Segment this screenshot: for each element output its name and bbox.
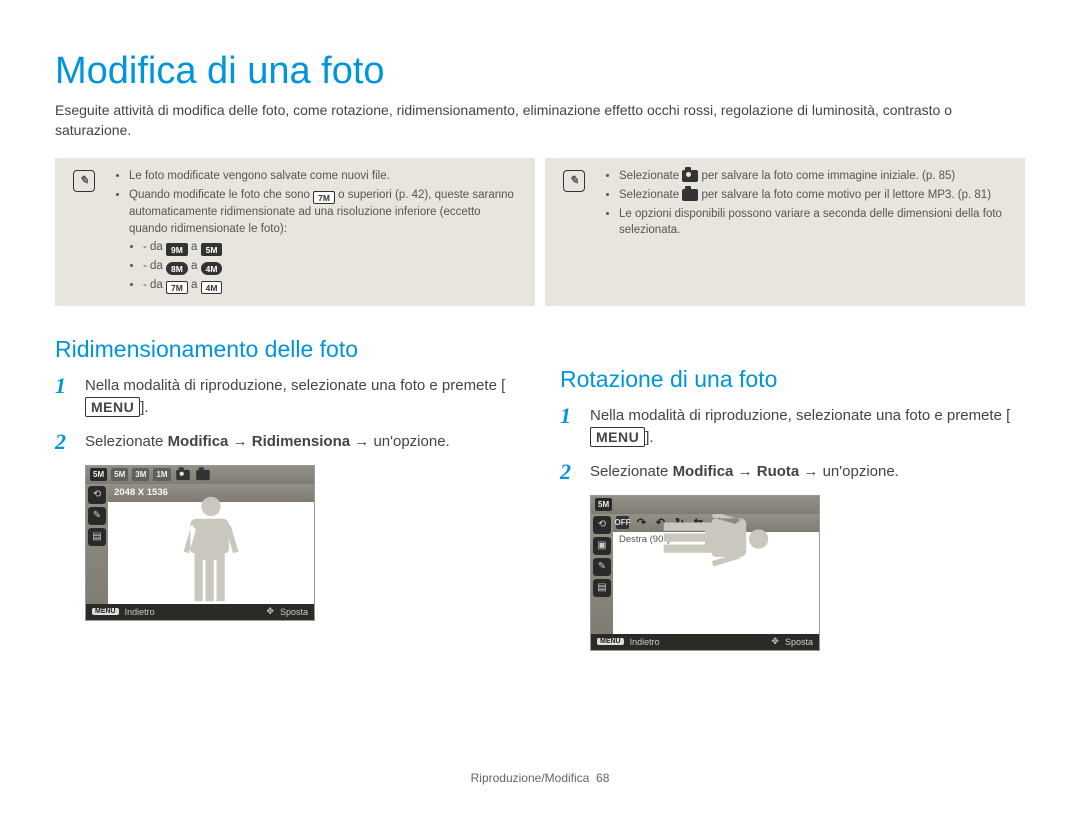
rotate-right-icon: ↷ — [635, 516, 648, 529]
content-columns: Ridimensionamento delle foto 1 Nella mod… — [55, 336, 1025, 651]
cam-side-toolbar: ⟲ ✎ ▤ — [86, 484, 108, 604]
note-icon: ✎ — [73, 170, 95, 192]
step-number: 1 — [55, 375, 73, 397]
adjust-icon: ▤ — [593, 579, 611, 597]
cam-preview: 2048 X 1536 — [108, 484, 314, 604]
page-footer: Riproduzione/Modifica 68 — [0, 771, 1080, 785]
note-item: Le foto modificate vengono salvate come … — [129, 168, 515, 185]
res-chip-icon: 9M — [166, 243, 188, 256]
note-item: Selezionate per salvare la foto come imm… — [619, 168, 1005, 185]
res-chip-icon: 4M — [201, 281, 223, 294]
cam-back-label: Indietro — [125, 607, 155, 617]
cam-move-label: Sposta — [785, 637, 813, 647]
step-text: Selezionate Modifica → Ridimensiona → un… — [85, 431, 450, 453]
footer-section: Riproduzione/Modifica — [471, 771, 590, 785]
col-rotate: Rotazione di una foto 1 Nella modalità d… — [560, 336, 1025, 651]
res-chip-icon: 4M — [201, 262, 223, 275]
res-chip: 1M — [153, 468, 170, 481]
note-box-right: ✎ Selezionate per salvare la foto come i… — [545, 158, 1025, 306]
cam-back-label: Indietro — [630, 637, 660, 647]
note-item: Quando modificate le foto che sono 7M o … — [129, 187, 515, 294]
page-title: Modifica di una foto — [55, 50, 1025, 93]
startup-image-icon — [682, 170, 698, 182]
col-resize: Ridimensionamento delle foto 1 Nella mod… — [55, 336, 520, 621]
step: 1 Nella modalità di riproduzione, selezi… — [560, 405, 1025, 449]
step-number: 2 — [55, 431, 73, 453]
step-text: Nella modalità di riproduzione, selezion… — [590, 405, 1025, 449]
section-title-resize: Ridimensionamento delle foto — [55, 336, 520, 363]
intro-paragraph: Eseguite attività di modifica delle foto… — [55, 101, 1025, 140]
dash-item: da 7M a 4M — [143, 277, 515, 294]
note-item: Le opzioni disponibili possono variare a… — [619, 206, 1005, 239]
cam-footer: MENU Indietro ✥ Sposta — [591, 634, 819, 650]
note-row: ✎ Le foto modificate vengono salvate com… — [55, 158, 1025, 306]
cam-preview: OFF ↷ ↶ ↻ ⇆ ⇅ Destra (90°) — [613, 514, 819, 634]
res-chip: 3M — [132, 468, 149, 481]
rotate-mode-icon: ▣ — [593, 537, 611, 555]
nav-icon: ✥ — [771, 636, 779, 647]
note-text: Quando modificate le foto che sono — [129, 189, 313, 201]
note-icon: ✎ — [563, 170, 585, 192]
note-item: Selezionate per salvare la foto come mot… — [619, 187, 1005, 204]
nav-icon: ✥ — [266, 606, 274, 617]
menu-chip-small: MENU — [597, 638, 624, 645]
note-box-left: ✎ Le foto modificate vengono salvate com… — [55, 158, 535, 306]
person-silhouette — [174, 494, 249, 604]
camera-screen-rotate: 5M ⟲ ▣ ✎ ▤ OFF ↷ ↶ ↻ ⇆ ⇅ — [590, 495, 820, 651]
cam-top-toolbar: 5M 5M 3M 1M — [86, 466, 314, 484]
step: 2 Selezionate Modifica → Ridimensiona → … — [55, 431, 520, 453]
res-chip-icon: 7M — [313, 191, 335, 204]
person-silhouette-rotated — [661, 514, 771, 577]
section-title-rotate: Rotazione di una foto — [560, 366, 1025, 393]
step: 1 Nella modalità di riproduzione, selezi… — [55, 375, 520, 419]
step-number: 1 — [560, 405, 578, 427]
cam-footer: MENU Indietro ✥ Sposta — [86, 604, 314, 620]
res-chip: 5M — [111, 468, 128, 481]
startup-image-icon — [176, 470, 190, 480]
edit-icon: ✎ — [593, 558, 611, 576]
edit-icon: ✎ — [88, 507, 106, 525]
mp3-skin-icon — [682, 189, 698, 201]
rotate-off-icon: OFF — [616, 516, 629, 529]
cam-side-toolbar: ⟲ ▣ ✎ ▤ — [591, 514, 613, 634]
step: 2 Selezionate Modifica → Ruota → un'opzi… — [560, 461, 1025, 483]
camera-screen-resize: 5M 5M 3M 1M ⟲ ✎ ▤ 2048 X 1536 — [85, 465, 315, 621]
dash-item: da 8M a 4M — [143, 258, 515, 275]
menu-button-icon: MENU — [85, 397, 140, 417]
res-chip-icon: 5M — [201, 243, 223, 256]
res-chip: 5M — [595, 498, 612, 511]
dash-item: da 9M a 5M — [143, 239, 515, 256]
menu-button-icon: MENU — [590, 427, 645, 447]
res-chip: 5M — [90, 468, 107, 481]
footer-page-number: 68 — [596, 771, 609, 785]
adjust-icon: ▤ — [88, 528, 106, 546]
resize-mode-icon: ⟲ — [593, 516, 611, 534]
step-number: 2 — [560, 461, 578, 483]
step-text: Selezionate Modifica → Ruota → un'opzion… — [590, 461, 899, 483]
menu-chip-small: MENU — [92, 608, 119, 615]
res-chip-icon: 8M — [166, 262, 188, 275]
cam-top-toolbar: 5M — [591, 496, 819, 514]
step-text: Nella modalità di riproduzione, selezion… — [85, 375, 520, 419]
mp3-skin-icon — [196, 470, 210, 480]
res-chip-icon: 7M — [166, 281, 188, 294]
resize-mode-icon: ⟲ — [88, 486, 106, 504]
cam-move-label: Sposta — [280, 607, 308, 617]
